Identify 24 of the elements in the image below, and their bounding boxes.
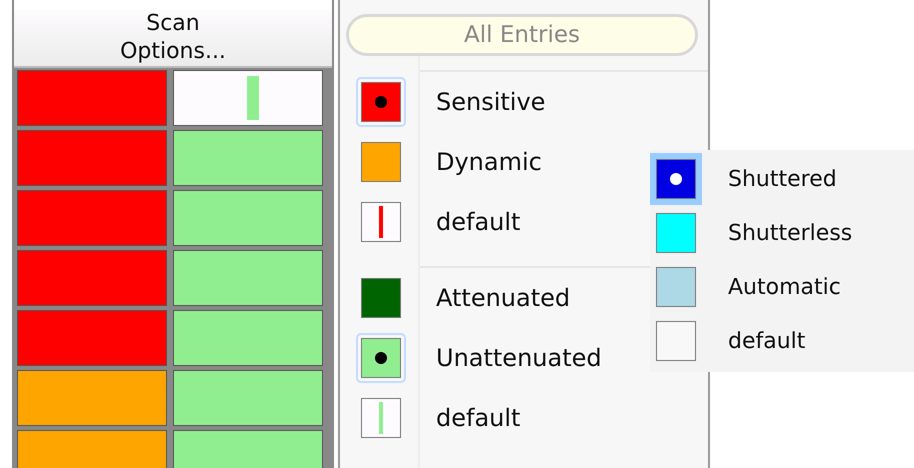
color-swatch[interactable]: [656, 213, 696, 253]
color-swatch[interactable]: [361, 142, 401, 182]
color-swatch[interactable]: [656, 321, 696, 361]
legend-label: Unattenuated: [436, 344, 602, 372]
legend-label: Attenuated: [436, 284, 570, 312]
dot-icon: [670, 173, 682, 185]
legend-label: Sensitive: [436, 88, 546, 116]
color-swatch[interactable]: [361, 278, 401, 318]
color-swatch[interactable]: [361, 82, 401, 122]
color-swatch[interactable]: [656, 267, 696, 307]
dot-icon: [375, 352, 387, 364]
legend-label: default: [436, 404, 520, 432]
menu-item-label[interactable]: Automatic: [728, 274, 841, 300]
legend-label: default: [436, 208, 520, 236]
legend-label: Dynamic: [436, 148, 542, 176]
menu-item-label[interactable]: Shutterless: [728, 220, 852, 246]
menu-item-label[interactable]: default: [728, 328, 806, 354]
dot-icon: [375, 96, 387, 108]
scan-options-button[interactable]: Scan Options...: [14, 10, 332, 68]
marker-swatch[interactable]: [361, 202, 401, 242]
color-swatch[interactable]: [361, 338, 401, 378]
marker-swatch[interactable]: [361, 398, 401, 438]
color-swatch[interactable]: [656, 159, 696, 199]
menu-item-label[interactable]: Shuttered: [728, 166, 837, 192]
